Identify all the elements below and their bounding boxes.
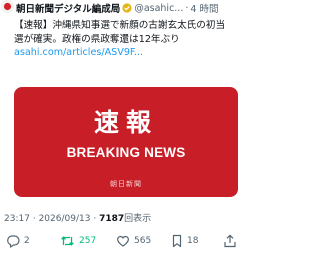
author-name[interactable]: 朝日新聞デジタル編成局: [16, 1, 120, 15]
tweet-text-line: 選が確実。政権の県政奪還は12年ぶり: [14, 33, 180, 45]
tweet-date[interactable]: 2026/09/13: [39, 214, 91, 224]
reply-icon: [6, 234, 20, 248]
bookmark-icon: [171, 234, 183, 248]
tweet-meta: 23:17 · 2026/09/13 · 7187回表示: [4, 211, 151, 224]
tweet-text-line: 【速報】沖縄県知事選で新顔の古謝玄太氏の初当: [14, 20, 226, 31]
media-card[interactable]: 速報 BREAKING NEWS 朝日新聞: [14, 87, 238, 197]
bookmark-button[interactable]: 18: [171, 233, 198, 249]
tweet-text: 【速報】沖縄県知事選で新顔の古謝玄太氏の初当 選が確実。政権の県政奪還は12年ぶ…: [14, 19, 238, 60]
tweet-time[interactable]: 23:17: [4, 214, 30, 224]
action-bar: 2 257 565 18: [0, 233, 240, 249]
share-icon: [223, 234, 237, 248]
tweet-age[interactable]: 4 時間: [190, 1, 218, 15]
like-button[interactable]: 565: [116, 233, 151, 249]
view-count-label: 回表示: [124, 214, 152, 224]
card-subtitle: BREAKING NEWS: [66, 145, 186, 160]
verified-badge-icon: [122, 3, 132, 13]
avatar[interactable]: [1, 0, 14, 13]
tweet-header: 朝日新聞デジタル編成局 @asahic... · 4 時間: [16, 0, 238, 16]
like-count: 565: [134, 236, 152, 246]
author-handle[interactable]: @asahic...: [134, 3, 183, 14]
retweet-count: 257: [79, 236, 97, 246]
meta-separator: ·: [32, 214, 36, 224]
heart-icon: [116, 234, 130, 248]
article-link[interactable]: asahi.com/articles/ASV9F...: [14, 46, 238, 60]
meta-separator: ·: [93, 214, 97, 224]
bookmark-count: 18: [187, 236, 199, 246]
reply-button[interactable]: 2: [6, 233, 30, 249]
card-title: 速報: [93, 108, 158, 137]
reply-count: 2: [24, 236, 30, 246]
retweet-icon: [60, 234, 75, 248]
card-brand: 朝日新聞: [110, 180, 142, 188]
header-separator: ·: [185, 2, 189, 14]
share-button[interactable]: [223, 233, 237, 249]
retweet-button[interactable]: 257: [60, 233, 96, 249]
view-count: 7187: [99, 214, 125, 224]
